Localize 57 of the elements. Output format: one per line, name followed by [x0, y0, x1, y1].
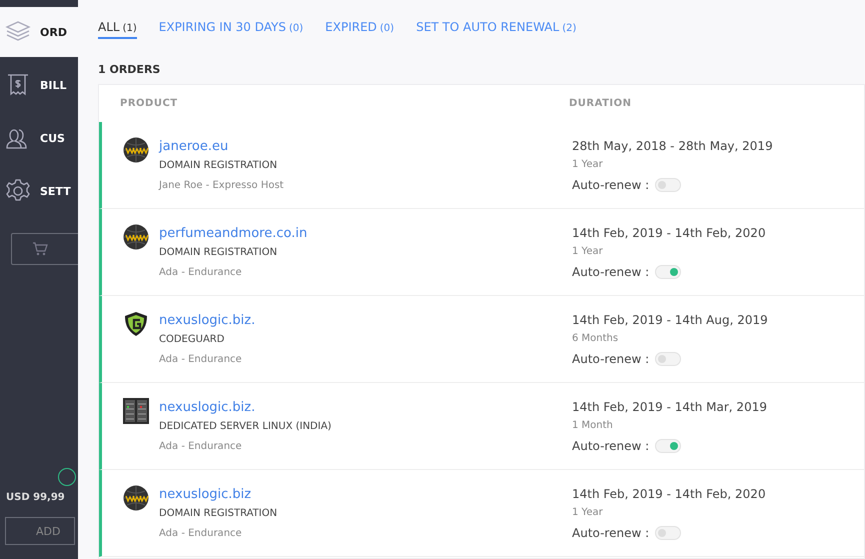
- customer-name: Ada - Endurance: [159, 527, 243, 541]
- date-range: 14th Feb, 2019 - 14th Feb, 2020: [572, 486, 766, 503]
- sidebar-item[interactable]: CUS: [0, 113, 78, 163]
- cart-icon: [32, 242, 48, 256]
- column-header: DURATION: [569, 98, 632, 109]
- product-type: CODEGUARD: [159, 333, 226, 347]
- sidebar-item[interactable]: SETT: [0, 166, 78, 216]
- term-length: 1 Year: [572, 245, 604, 259]
- date-range: 28th May, 2018 - 28th May, 2019: [572, 138, 773, 155]
- auto-renew-label: Auto-renew :: [572, 177, 650, 194]
- domain-link[interactable]: nexuslogic.biz: [159, 485, 278, 505]
- balance-amount: USD 99,99: [5, 492, 66, 503]
- auto-renew-label: Auto-renew :: [572, 264, 650, 281]
- auto-renew-toggle[interactable]: [655, 178, 682, 192]
- domain-link[interactable]: nexuslogic.biz.: [159, 311, 256, 331]
- auto-renew-label: Auto-renew :: [572, 351, 650, 368]
- term-length: 1 Year: [572, 506, 604, 520]
- filter-tab[interactable]: EXPIRED (0): [325, 20, 394, 39]
- term-length: 1 Month: [572, 419, 614, 433]
- customer-name: Jane Roe - Expresso Host: [159, 179, 284, 193]
- globe-icon: [123, 224, 149, 250]
- dollar-circle-icon: [58, 468, 76, 486]
- receipt-icon: [5, 72, 31, 98]
- globe-icon: [123, 137, 149, 163]
- date-range: 14th Feb, 2019 - 14th Feb, 2020: [572, 225, 766, 242]
- domain-link[interactable]: nexuslogic.biz.: [159, 398, 332, 418]
- term-length: 6 Months: [572, 332, 620, 346]
- product-type: DOMAIN REGISTRATION: [159, 507, 278, 521]
- auto-renew-label: Auto-renew :: [572, 438, 650, 455]
- auto-renew-toggle[interactable]: [655, 526, 682, 540]
- orders-count: 1 ORDERS: [98, 63, 162, 76]
- product-type: DOMAIN REGISTRATION: [159, 246, 278, 260]
- product-type: DOMAIN REGISTRATION: [159, 159, 278, 173]
- auto-renew-toggle[interactable]: [655, 439, 682, 453]
- date-range: 14th Feb, 2019 - 14th Mar, 2019: [572, 399, 767, 416]
- product-type: DEDICATED SERVER LINUX (INDIA): [159, 420, 332, 434]
- shield-icon: [123, 311, 149, 337]
- auto-renew-toggle[interactable]: [655, 265, 682, 279]
- sidebar-item[interactable]: ORD: [0, 7, 78, 57]
- domain-link[interactable]: janeroe.eu: [159, 137, 284, 157]
- auto-renew-label: Auto-renew :: [572, 525, 650, 542]
- cart-button[interactable]: [11, 233, 78, 265]
- customer-name: Ada - Endurance: [159, 440, 243, 454]
- customer-name: Ada - Endurance: [159, 266, 243, 280]
- term-length: 1 Year: [572, 158, 604, 172]
- domain-link[interactable]: perfumeandmore.co.in: [159, 224, 308, 244]
- filter-tab[interactable]: EXPIRING IN 30 DAYS (0): [158, 20, 304, 39]
- filter-tab[interactable]: SET TO AUTO RENEWAL (2): [416, 20, 576, 39]
- column-header: PRODUCT: [119, 98, 179, 109]
- date-range: 14th Feb, 2019 - 14th Aug, 2019: [572, 312, 768, 329]
- add-funds-button[interactable]: ADD: [5, 517, 75, 545]
- sidebar-item[interactable]: BILL: [0, 60, 78, 110]
- customer-name: Ada - Endurance: [159, 353, 243, 367]
- globe-icon: [123, 485, 149, 511]
- auto-renew-toggle[interactable]: [655, 352, 682, 366]
- server-rack-icon: [123, 398, 149, 424]
- filter-tab[interactable]: ALL (1): [98, 20, 137, 39]
